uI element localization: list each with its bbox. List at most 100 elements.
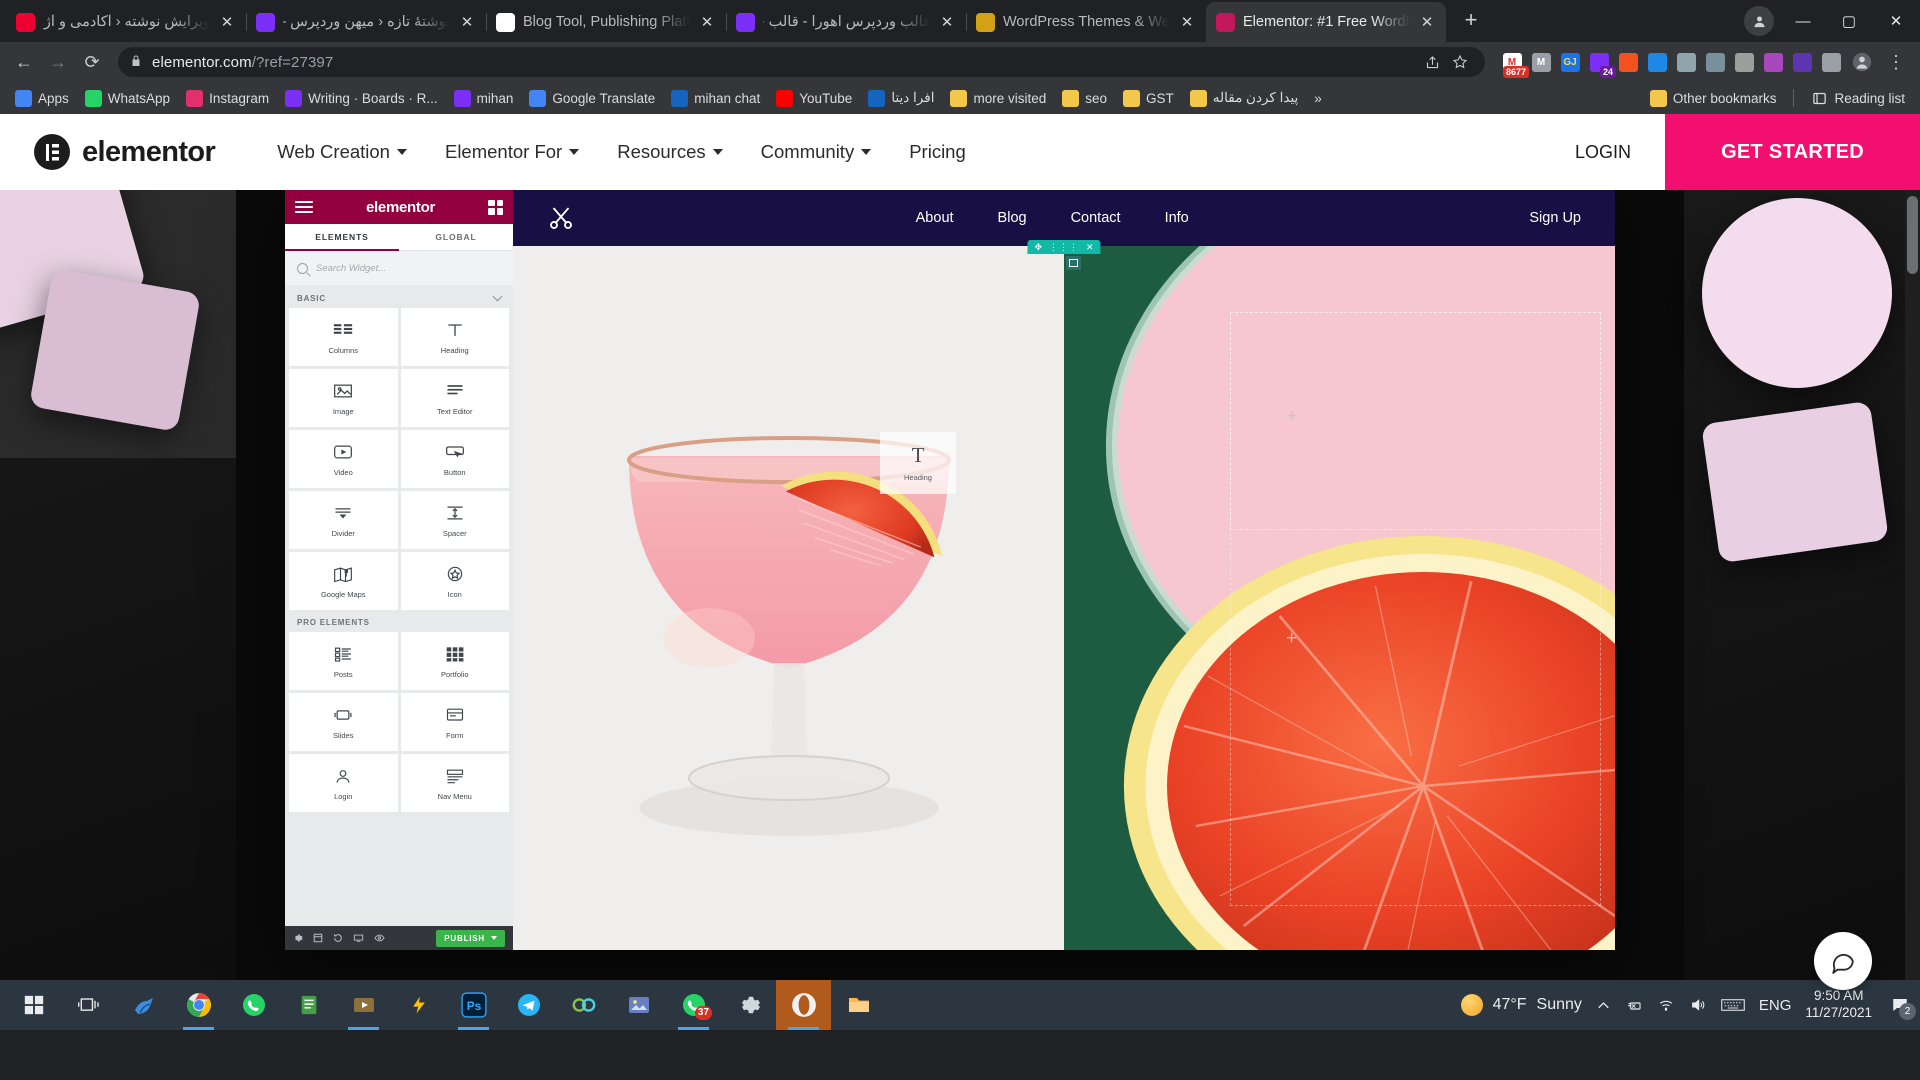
widget-tile[interactable]: Text Editor xyxy=(400,369,509,427)
drag-handle-icon[interactable]: ⋮⋮⋮ xyxy=(1049,242,1079,253)
tag-extension[interactable] xyxy=(1702,49,1728,75)
site-nav-item[interactable]: Elementor For xyxy=(445,141,580,163)
reading-list-button[interactable]: Reading list xyxy=(1804,87,1912,110)
responsive-mode-icon[interactable] xyxy=(353,933,364,943)
site-nav-item[interactable]: Resources xyxy=(617,141,723,163)
bookmarks-overflow-button[interactable]: » xyxy=(1307,88,1329,109)
chevron-down-icon[interactable] xyxy=(492,291,503,302)
panel-tab[interactable]: GLOBAL xyxy=(399,224,513,250)
widget-tile[interactable]: Slides xyxy=(289,693,398,751)
remove-section-icon[interactable]: ✕ xyxy=(1086,242,1094,253)
taskbar-app-photoshop[interactable]: Ps xyxy=(446,980,501,1030)
reload-button[interactable]: ⟳ xyxy=(76,46,108,78)
maximize-button[interactable]: ▢ xyxy=(1826,0,1872,42)
section-handle-toolbar[interactable]: ✥ ⋮⋮⋮ ✕ xyxy=(1027,240,1101,254)
browser-tab[interactable]: WordPress Themes & Webs ✕ xyxy=(966,2,1207,42)
back-button[interactable]: ← xyxy=(8,46,40,78)
share-icon[interactable] xyxy=(1419,49,1445,75)
site-nav-item[interactable]: Web Creation xyxy=(277,141,407,163)
widget-tile[interactable]: Spacer xyxy=(400,491,509,549)
canvas-nav-item[interactable]: Contact xyxy=(1071,210,1121,226)
taskbar-app-photos[interactable] xyxy=(611,980,666,1030)
avatar-extension[interactable] xyxy=(1615,49,1641,75)
widget-tile[interactable]: Login xyxy=(289,754,398,812)
globe-extension[interactable] xyxy=(1644,49,1670,75)
other-bookmarks-button[interactable]: Other bookmarks xyxy=(1643,87,1784,110)
widget-category-header[interactable]: BASIC xyxy=(285,285,513,308)
publish-button[interactable]: PUBLISH xyxy=(436,929,505,947)
show-hidden-icons-icon[interactable] xyxy=(1596,998,1611,1013)
chat-widget-button[interactable] xyxy=(1814,932,1872,990)
scrollbar-thumb[interactable] xyxy=(1907,196,1918,274)
bookmark-item[interactable]: more visited xyxy=(943,87,1053,110)
widget-tile[interactable]: Video xyxy=(289,430,398,488)
tab-close-button[interactable]: ✕ xyxy=(1178,13,1196,31)
taskbar-app-elementor[interactable] xyxy=(776,980,831,1030)
profile-avatar-icon[interactable] xyxy=(1846,46,1878,78)
add-widget-plus-icon-2[interactable]: + xyxy=(1286,628,1297,650)
bookmark-item[interactable]: mihan xyxy=(447,87,521,110)
tab-close-button[interactable]: ✕ xyxy=(938,13,956,31)
start-button[interactable] xyxy=(6,980,61,1030)
action-center-icon[interactable]: 2 xyxy=(1890,996,1916,1020)
widget-tile[interactable]: Portfolio xyxy=(400,632,509,690)
browser-tab[interactable]: Elementor: #1 Free WordPre ✕ xyxy=(1206,2,1446,42)
bookmark-item[interactable]: Google Translate xyxy=(522,87,662,110)
canvas-nav-item[interactable]: About xyxy=(916,210,954,226)
task-view-button[interactable] xyxy=(61,980,116,1030)
get-started-button[interactable]: GET STARTED xyxy=(1665,114,1920,190)
taskbar-app-media[interactable] xyxy=(336,980,391,1030)
taskbar-app-telegram[interactable] xyxy=(501,980,556,1030)
preview-eye-icon[interactable] xyxy=(374,933,385,943)
edit-section-icon[interactable]: ✥ xyxy=(1034,242,1042,253)
column-handle-icon[interactable] xyxy=(1066,256,1081,270)
widget-tile[interactable]: Image xyxy=(289,369,398,427)
hamburger-menu-icon[interactable] xyxy=(295,201,313,213)
widget-list[interactable]: BASIC Columns Heading Image Text Editor Video… xyxy=(285,285,513,926)
widget-search-input[interactable]: Search Widget... xyxy=(285,251,513,285)
site-nav-item[interactable]: Pricing xyxy=(909,141,966,163)
browser-tab[interactable]: قالب وردپرس اهورا - قالب چند ✕ xyxy=(726,2,967,42)
widget-tile[interactable]: Heading xyxy=(400,308,509,366)
grid-view-icon[interactable] xyxy=(488,199,503,215)
widget-tile[interactable]: Nav Menu xyxy=(400,754,509,812)
bookmark-item[interactable]: WhatsApp xyxy=(78,87,177,110)
taskbar-app-whatsapp[interactable] xyxy=(226,980,281,1030)
language-indicator[interactable]: ENG xyxy=(1759,997,1792,1014)
taskbar-app-cortana[interactable] xyxy=(116,980,171,1030)
taskbar-app-link[interactable] xyxy=(556,980,611,1030)
settings-gear-icon[interactable] xyxy=(293,933,303,943)
forward-button[interactable]: → xyxy=(42,46,74,78)
bookmark-item[interactable]: Writing · Boards · R... xyxy=(278,87,445,110)
star-icon[interactable] xyxy=(1447,49,1473,75)
taskbar-app-whatsapp-2[interactable]: 37 xyxy=(666,980,721,1030)
profile-chip[interactable] xyxy=(1744,6,1774,36)
taskbar-app-notepad[interactable] xyxy=(281,980,336,1030)
bookmark-item[interactable]: mihan chat xyxy=(664,87,767,110)
widget-tile[interactable]: Icon xyxy=(400,552,509,610)
taskbar-app-settings[interactable] xyxy=(721,980,776,1030)
widget-tile[interactable]: Columns xyxy=(289,308,398,366)
canvas-column-right[interactable]: + + xyxy=(1064,246,1615,950)
browser-tab[interactable]: ویرایش نوشته ‹ آکادمی و آژان ✕ xyxy=(6,2,247,42)
navigator-icon[interactable] xyxy=(313,933,323,943)
shield-extension[interactable] xyxy=(1731,49,1757,75)
canvas-nav-item[interactable]: Info xyxy=(1165,210,1189,226)
colors-extension[interactable] xyxy=(1760,49,1786,75)
widget-tile[interactable]: Posts xyxy=(289,632,398,690)
tab-close-button[interactable]: ✕ xyxy=(458,13,476,31)
publish-dropdown-caret-icon[interactable] xyxy=(491,936,497,940)
history-icon[interactable] xyxy=(333,933,343,943)
bookmark-item[interactable]: YouTube xyxy=(769,87,859,110)
bookmark-item[interactable]: افرا دیتا xyxy=(861,87,941,110)
keyboard-icon[interactable] xyxy=(1721,997,1745,1013)
wifi-icon[interactable] xyxy=(1657,997,1675,1013)
folder-extension[interactable] xyxy=(1673,49,1699,75)
site-nav-item[interactable]: Community xyxy=(761,141,872,163)
bookmark-item[interactable]: Instagram xyxy=(179,87,276,110)
mail-extension[interactable]: M xyxy=(1528,49,1554,75)
widget-tile[interactable]: Google Maps xyxy=(289,552,398,610)
add-widget-plus-icon[interactable]: + xyxy=(1286,406,1297,428)
three-dot-menu-icon[interactable]: ⋮ xyxy=(1880,46,1912,78)
taskbar-app-flash[interactable] xyxy=(391,980,446,1030)
